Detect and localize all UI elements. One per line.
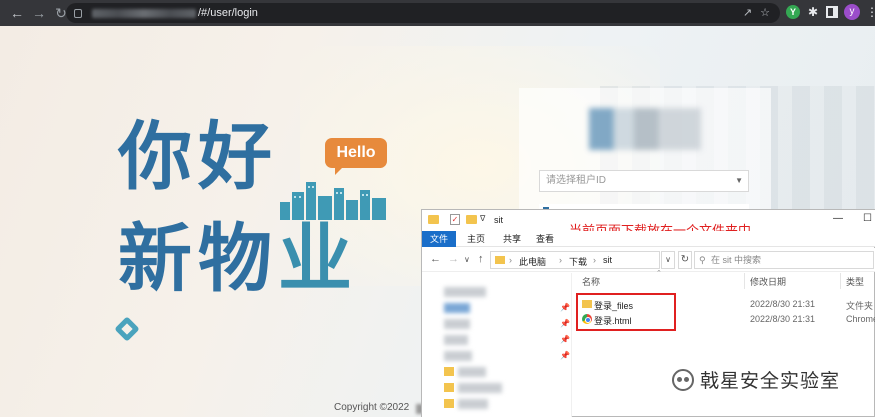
profile-avatar[interactable]: y [844,4,860,20]
back-arrow-icon[interactable]: ← [6,5,28,21]
nav-item-redacted[interactable] [458,383,502,393]
wechat-icon [672,368,694,391]
explorer-address-bar: ← → ∨ ↑ › 此电脑 › 下载 › sit ∨ ↻ ⚲ 在 sit 中搜索 [422,248,875,272]
hello-badge: Hello [325,138,387,175]
watermark-text: 戟星安全实验室 [700,370,841,392]
ribbon-tabs: 文件 主页 共享 查看 [422,231,875,247]
tab-home[interactable]: 主页 [460,231,492,247]
url-host-redacted [92,8,196,18]
more-menu-icon[interactable]: ⋮ [866,5,875,19]
up-arrow-icon[interactable]: ↑ [478,253,484,265]
lock-icon [74,8,82,18]
nav-item-redacted[interactable] [444,287,486,297]
pin-icon: 📌 [560,335,570,344]
folder-icon [495,256,505,264]
company-logo-redacted [589,108,701,150]
address-dropdown-icon[interactable]: ∨ [661,251,675,269]
tab-share[interactable]: 共享 [496,231,528,247]
tab-view[interactable]: 查看 [529,231,561,247]
browser-toolbar: ← → ↻ /#/user/login ↗ ☆ Y ✱ y ⋮ [0,0,875,26]
folder-icon[interactable] [444,383,454,392]
file-list: ⌃ 名称 修改日期 类型 登录_files 2022/8/30 21:31 文件… [576,270,875,417]
maximize-icon[interactable]: ☐ [863,213,872,224]
breadcrumb-separator: › [593,255,596,265]
file-type: Chrome [846,314,875,324]
nav-item-redacted[interactable] [458,367,486,377]
file-type: 文件夹 [846,301,874,311]
breadcrumb-sit[interactable]: sit [603,255,612,265]
side-panel-icon[interactable] [826,6,838,18]
red-highlight-box [576,293,676,331]
search-icon: ⚲ [699,255,706,265]
column-type[interactable]: 类型 [846,275,864,288]
search-placeholder: 在 sit 中搜索 [711,255,762,265]
chevron-down-icon: ▼ [735,176,743,185]
folder-icon[interactable] [444,367,454,376]
diamond-logo-icon [114,316,140,342]
breadcrumb[interactable]: › 此电脑 › 下载 › sit [490,251,660,269]
nav-item-redacted[interactable] [444,303,470,313]
quick-access-dropdown-icon[interactable]: ∇ [480,214,485,223]
folder-icon [428,215,439,224]
breadcrumb-separator: › [559,255,562,265]
refresh-icon[interactable]: ↻ [678,251,692,269]
new-folder-icon[interactable] [466,215,477,224]
explorer-title: sit [494,215,503,225]
extension-icon[interactable]: Y [786,5,800,19]
sort-caret-icon: ⌃ [656,270,662,277]
column-date[interactable]: 修改日期 [750,275,786,288]
pin-icon: 📌 [560,319,570,328]
properties-icon[interactable]: ✓ [450,214,460,225]
copyright-text: Copyright ©2022 [334,402,410,413]
puzzle-icon[interactable]: ✱ [806,5,820,19]
nav-item-redacted[interactable] [458,399,488,409]
hero-title-line2-part1: 新物 [118,216,278,302]
breadcrumb-downloads[interactable]: 下载 [569,255,587,268]
explorer-titlebar: ✓ ∇ sit 当前页面下载放在一个文件夹中 — ☐ [422,210,875,239]
address-bar[interactable]: /#/user/login ↗ ☆ [66,3,780,23]
breadcrumb-separator: › [509,255,512,265]
search-input[interactable]: ⚲ 在 sit 中搜索 [694,251,874,269]
hero-title-line2: 新物业 [118,222,358,296]
column-separator [744,273,745,289]
tenant-select-placeholder: 请选择租户ID [546,175,606,186]
minimize-icon[interactable]: — [833,213,843,224]
navigation-pane: 📌 📌 📌 📌 [422,273,572,417]
forward-arrow-icon[interactable]: → [448,253,459,265]
nav-item-redacted[interactable] [444,319,470,329]
nav-item-redacted[interactable] [444,351,472,361]
forward-arrow-icon[interactable]: → [28,5,50,21]
breadcrumb-this-pc[interactable]: 此电脑 [519,255,546,268]
pin-icon: 📌 [560,351,570,360]
share-icon[interactable]: ↗ [743,6,752,19]
file-date: 2022/8/30 21:31 [750,314,816,324]
column-separator [840,273,841,289]
tenant-select[interactable]: 请选择租户ID ▼ [539,170,749,192]
pin-icon: 📌 [560,303,570,312]
column-name[interactable]: 名称 [582,275,600,288]
nav-item-redacted[interactable] [444,335,468,345]
file-date: 2022/8/30 21:31 [750,299,816,309]
tab-file[interactable]: 文件 [422,231,456,247]
url-path: /#/user/login [198,7,258,19]
back-arrow-icon[interactable]: ← [430,253,441,265]
star-icon[interactable]: ☆ [760,6,770,19]
city-skyline-icon [280,182,386,220]
hero-title-line2-part2: 业 [278,216,358,302]
hero-title-line1: 你好 [118,114,278,200]
watermark: 戟星安全实验室 [672,366,840,393]
folder-icon[interactable] [444,399,454,408]
chevron-down-icon[interactable]: ∨ [464,255,470,264]
